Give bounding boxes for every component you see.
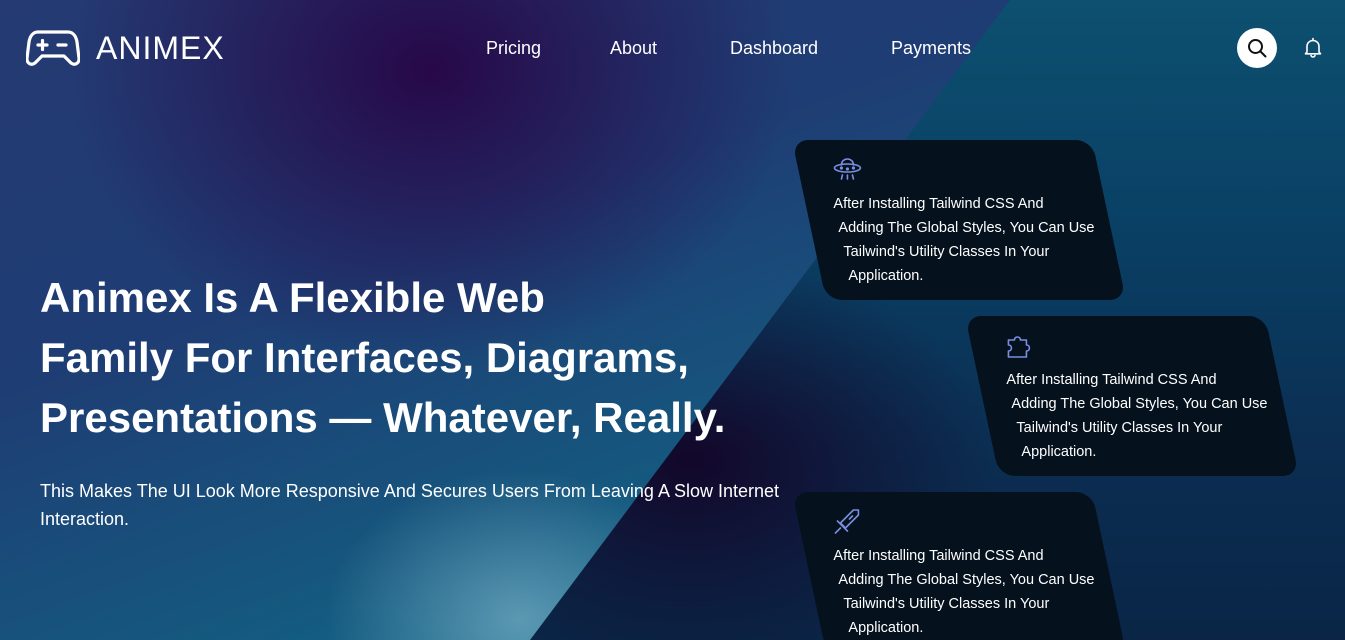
nav-item-about[interactable]: About	[610, 37, 657, 59]
card-text: After Installing Tailwind CSS And Adding…	[831, 192, 1094, 288]
feature-card[interactable]: After Installing Tailwind CSS And Adding…	[792, 492, 1127, 640]
nav-item-payments[interactable]: Payments	[891, 37, 971, 59]
card-text-line: Adding The Global Styles, You Can Use	[838, 220, 1095, 236]
sword-icon	[834, 509, 860, 534]
card-text-line: Adding The Global Styles, You Can Use	[1011, 396, 1268, 412]
card-text-line: After Installing Tailwind CSS And	[833, 196, 1044, 212]
card-text-line: Application.	[1021, 444, 1097, 460]
bell-icon[interactable]	[1302, 37, 1324, 59]
feature-card[interactable]: After Installing Tailwind CSS And Adding…	[965, 316, 1300, 476]
hero-title: Animex Is A Flexible Web Family For Inte…	[40, 274, 726, 441]
card-text-line: Adding The Global Styles, You Can Use	[838, 572, 1095, 588]
card-text: After Installing Tailwind CSS And Adding…	[1004, 368, 1267, 464]
nav-item-dashboard[interactable]: Dashboard	[730, 37, 818, 59]
ufo-icon	[833, 158, 862, 180]
search-icon	[1248, 39, 1267, 58]
card-text-line: Application.	[848, 620, 924, 636]
puzzle-icon	[1007, 336, 1031, 358]
card-text: After Installing Tailwind CSS And Adding…	[831, 544, 1094, 640]
card-text-line: Tailwind's Utility Classes In Your	[1016, 420, 1223, 436]
card-text-line: Tailwind's Utility Classes In Your	[843, 244, 1050, 260]
nav-item-pricing[interactable]: Pricing	[486, 37, 541, 59]
feature-card[interactable]: After Installing Tailwind CSS And Adding…	[792, 140, 1127, 300]
search-button[interactable]	[1237, 28, 1277, 68]
main-nav: Pricing About Dashboard Payments	[0, 37, 1345, 61]
card-text-line: After Installing Tailwind CSS And	[833, 548, 1044, 564]
card-text-line: After Installing Tailwind CSS And	[1006, 372, 1217, 388]
hero-subtitle: This Makes The UI Look More Responsive A…	[40, 481, 780, 529]
card-text-line: Application.	[848, 268, 924, 284]
card-text-line: Tailwind's Utility Classes In Your	[843, 596, 1050, 612]
